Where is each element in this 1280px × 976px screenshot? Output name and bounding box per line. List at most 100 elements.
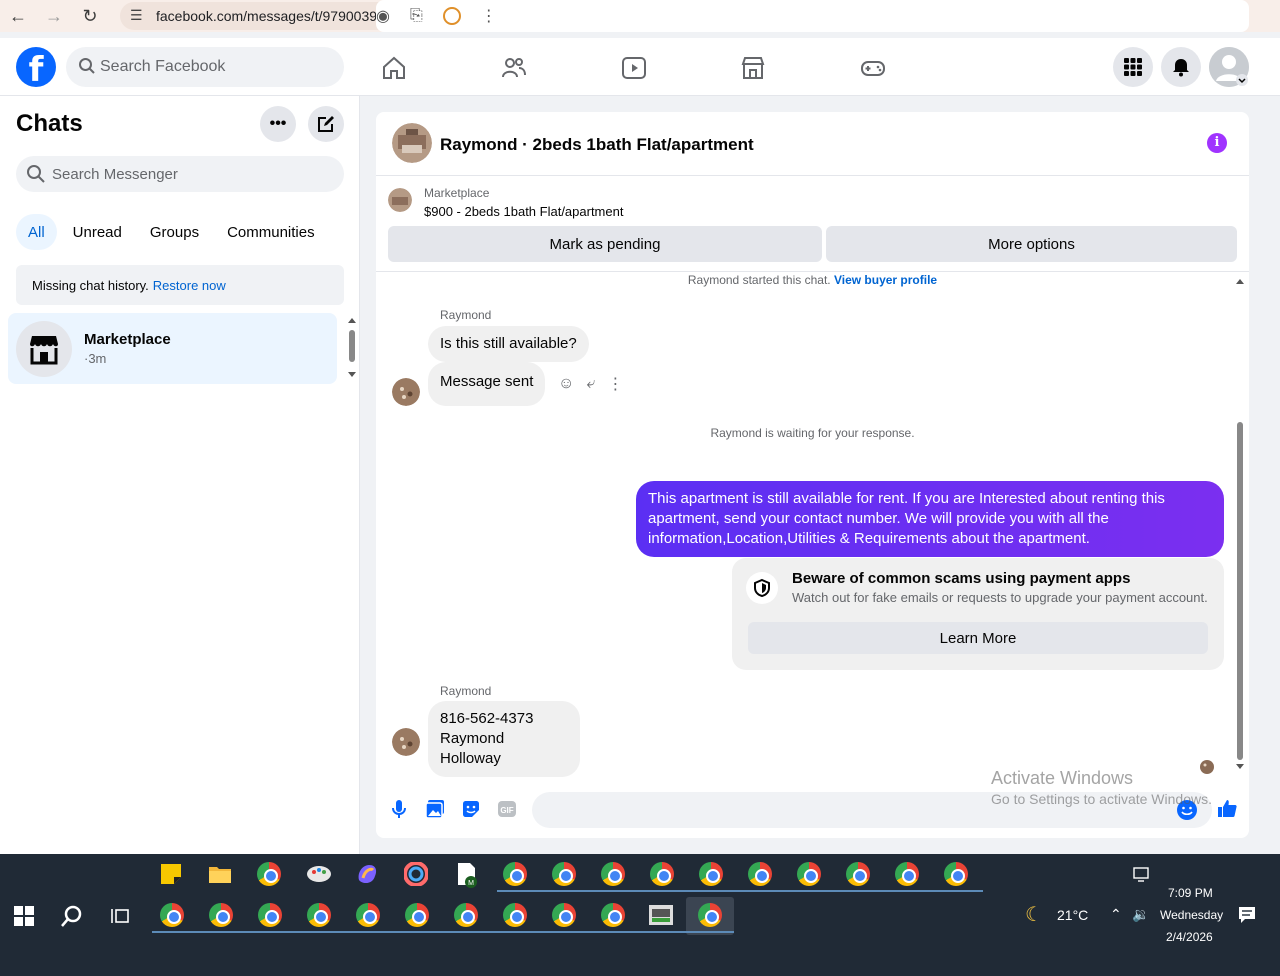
reload-icon[interactable]: ↻	[72, 0, 108, 32]
incoming-message[interactable]: Is this still available?	[428, 326, 589, 362]
chrome-window-icon[interactable]	[454, 903, 478, 927]
notifications-button[interactable]	[1161, 47, 1201, 87]
moon-weather-icon[interactable]: ☾	[1025, 902, 1043, 927]
facebook-logo-icon[interactable]: f	[16, 47, 56, 87]
video-icon[interactable]	[620, 54, 648, 82]
chrome-window-icon[interactable]	[405, 903, 429, 927]
restore-now-link[interactable]: Restore now	[153, 278, 226, 293]
sender-avatar[interactable]	[392, 728, 420, 756]
document-app-icon[interactable]: M	[455, 862, 479, 888]
menu-icon[interactable]: ⋮	[481, 6, 497, 26]
more-options-button[interactable]: More options	[826, 226, 1237, 262]
file-explorer-icon[interactable]	[208, 864, 232, 884]
task-view-icon[interactable]	[110, 906, 130, 926]
paint-app-icon[interactable]	[306, 862, 332, 886]
thread-scrollbar[interactable]	[1234, 272, 1246, 772]
chrome-window-icon[interactable]	[356, 903, 380, 927]
menu-grid-button[interactable]	[1113, 47, 1153, 87]
photo-icon[interactable]	[424, 798, 446, 820]
messenger-search-input[interactable]: Search Messenger	[16, 156, 344, 192]
chrome-window-icon[interactable]	[650, 862, 674, 886]
incoming-message[interactable]: Message sent	[428, 362, 546, 406]
listing-avatar[interactable]	[392, 123, 432, 163]
sticker-icon[interactable]	[460, 798, 482, 820]
chrome-window-icon[interactable]	[601, 862, 625, 886]
site-info-icon[interactable]: ☰	[130, 7, 143, 24]
chrome-window-icon[interactable]	[258, 903, 282, 927]
chat-item-marketplace[interactable]: Marketplace ·3m	[8, 313, 337, 384]
search-icon[interactable]	[60, 904, 84, 928]
chevron-up-icon[interactable]: ⌃	[1110, 906, 1122, 923]
forward-icon[interactable]: →	[36, 0, 72, 32]
waiting-notice: Raymond is waiting for your response.	[710, 426, 915, 440]
chrome-window-icon[interactable]	[895, 862, 919, 886]
tab-communities[interactable]: Communities	[215, 214, 327, 250]
chrome-window-icon[interactable]	[552, 862, 576, 886]
windows-start-icon[interactable]	[14, 906, 34, 926]
conversation-title[interactable]: Raymond · 2beds 1bath Flat/apartment	[440, 135, 754, 155]
learn-more-button[interactable]: Learn More	[748, 622, 1208, 654]
extensions-icon[interactable]: ⎘	[410, 7, 423, 25]
message-input[interactable]	[532, 792, 1212, 828]
emoji-icon[interactable]	[1176, 799, 1198, 821]
reply-icon[interactable]: ⤶	[586, 375, 595, 393]
volume-icon[interactable]: 🔉	[1132, 906, 1149, 923]
clock-time[interactable]: 7:09 PM	[1168, 886, 1213, 900]
facebook-search-input[interactable]: Search Facebook	[66, 47, 344, 87]
network-icon[interactable]	[1133, 867, 1151, 883]
listing-thumbnail[interactable]	[388, 188, 412, 212]
chrome-window-icon[interactable]	[307, 903, 331, 927]
chat-options-button[interactable]: •••	[260, 106, 296, 142]
contact-name-text: Raymond Holloway	[440, 730, 505, 767]
more-vertical-icon[interactable]: ⋮	[607, 374, 623, 394]
marketplace-icon[interactable]	[739, 54, 767, 82]
chrome-window-icon[interactable]	[503, 903, 527, 927]
like-icon[interactable]	[1216, 797, 1238, 819]
image-viewer-icon[interactable]	[648, 903, 674, 927]
weather-temperature[interactable]: 21°C	[1057, 907, 1088, 923]
chat-list-scrollbar[interactable]	[347, 316, 357, 386]
sticky-notes-icon[interactable]	[160, 863, 182, 885]
info-icon[interactable]: i	[1207, 133, 1227, 153]
chrome-window-icon[interactable]	[748, 862, 772, 886]
account-avatar[interactable]	[1209, 47, 1249, 87]
browser-toolbar: ← → ↻ ☰ facebook.com/messages/t/97900391…	[0, 0, 1280, 32]
microphone-icon[interactable]	[388, 798, 410, 820]
chrome-window-icon[interactable]	[160, 903, 184, 927]
sender-avatar[interactable]	[392, 378, 420, 406]
new-message-button[interactable]	[308, 106, 344, 142]
view-buyer-profile-link[interactable]: View buyer profile	[834, 273, 937, 287]
chrome-window-icon[interactable]	[699, 862, 723, 886]
friends-icon[interactable]	[500, 54, 528, 82]
photos-app-icon[interactable]	[404, 862, 428, 886]
notification-center-icon[interactable]	[1238, 906, 1256, 924]
chat-list-panel: Chats ••• Search Messenger All Unread Gr…	[0, 96, 360, 854]
globe-icon[interactable]: ◉	[376, 6, 390, 26]
clock-day[interactable]: Wednesday	[1160, 908, 1223, 922]
outgoing-message[interactable]: This apartment is still available for re…	[636, 481, 1224, 557]
marketplace-label: Marketplace	[424, 186, 490, 200]
chrome-icon[interactable]	[257, 862, 281, 886]
chrome-window-icon[interactable]	[601, 903, 625, 927]
clock-date[interactable]: 2/4/2026	[1166, 930, 1213, 944]
incoming-message[interactable]: 816-562-4373 Raymond Holloway	[428, 701, 580, 777]
listing-title[interactable]: $900 - 2beds 1bath Flat/apartment	[424, 204, 623, 219]
chrome-window-icon[interactable]	[797, 862, 821, 886]
tab-groups[interactable]: Groups	[138, 214, 211, 250]
back-icon[interactable]: ←	[0, 0, 36, 32]
gaming-icon[interactable]	[859, 54, 887, 82]
react-smiley-icon[interactable]: ☺	[558, 375, 574, 393]
chrome-window-icon[interactable]	[944, 862, 968, 886]
chrome-window-icon[interactable]	[209, 903, 233, 927]
gif-icon[interactable]: GIF	[496, 798, 518, 820]
tab-all[interactable]: All	[16, 214, 57, 250]
mark-as-pending-button[interactable]: Mark as pending	[388, 226, 822, 262]
chrome-window-icon[interactable]	[846, 862, 870, 886]
profile-icon[interactable]	[442, 7, 461, 25]
home-icon[interactable]	[380, 54, 408, 82]
chrome-window-icon-active[interactable]	[698, 903, 722, 927]
copilot-icon[interactable]	[355, 862, 379, 886]
chrome-window-icon[interactable]	[552, 903, 576, 927]
tab-unread[interactable]: Unread	[61, 214, 134, 250]
chrome-window-icon[interactable]	[503, 862, 527, 886]
